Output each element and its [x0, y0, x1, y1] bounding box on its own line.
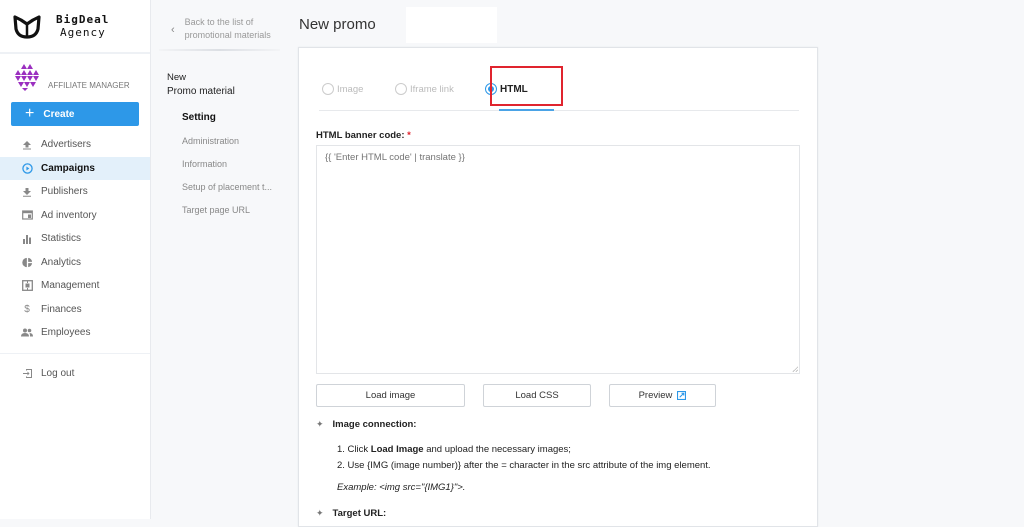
image-connection-steps: 1. Click Load Image and upload the neces…	[337, 442, 711, 474]
preview-label: Preview	[638, 390, 673, 401]
sidebar-item-publishers[interactable]: Publishers	[0, 180, 150, 204]
logo-icon	[13, 15, 41, 39]
sidebar-item-label: Management	[41, 280, 100, 292]
page-title: New promo	[299, 16, 376, 33]
sidebar-item-management[interactable]: Management	[0, 274, 150, 298]
people-icon	[21, 327, 33, 339]
title-placeholder-box	[406, 7, 497, 43]
radio-icon	[395, 83, 407, 95]
banner-code-label: HTML banner code: *	[316, 130, 411, 141]
promo-subnav: ‹ Back to the list of promotional materi…	[151, 0, 286, 519]
download-icon	[21, 186, 33, 198]
tab-label: Iframe link	[410, 83, 454, 95]
promo-form-card: Image Iframe link HTML HTML banner code:…	[298, 47, 818, 527]
back-link-text: promotional materials	[184, 30, 271, 40]
main-nav: Advertisers Campaigns Publishers Ad inve…	[0, 133, 150, 385]
subnav-item-administration[interactable]: Administration	[151, 129, 286, 152]
subnav-item-information[interactable]: Information	[151, 152, 286, 175]
external-link-icon	[677, 391, 687, 400]
resize-handle[interactable]	[792, 366, 798, 372]
logout-button[interactable]: Log out	[0, 362, 150, 386]
role-block: AFFILIATE MANAGER	[0, 54, 150, 98]
type-tabs: Image Iframe link HTML	[319, 66, 799, 111]
dollar-icon: $	[24, 303, 30, 315]
sidebar-item-ad-inventory[interactable]: Ad inventory	[0, 204, 150, 228]
sidebar-item-statistics[interactable]: Statistics	[0, 227, 150, 251]
subnav-heading-line2: Promo material	[167, 86, 235, 97]
step-1: 1. Click Load Image and upload the neces…	[337, 444, 571, 455]
subnav-item-setting[interactable]: Setting	[151, 106, 286, 129]
sidebar-item-employees[interactable]: Employees	[0, 321, 150, 345]
sidebar-item-analytics[interactable]: Analytics	[0, 251, 150, 275]
inventory-icon	[21, 209, 33, 221]
load-css-button[interactable]: Load CSS	[483, 384, 591, 407]
sidebar-item-label: Ad inventory	[41, 209, 97, 221]
sidebar-item-label: Analytics	[41, 256, 82, 268]
chevron-left-icon: ‹	[171, 24, 175, 36]
brand-name: BigDeal	[56, 13, 110, 26]
highlight-box	[490, 66, 563, 106]
tab-label: Image	[337, 83, 364, 95]
create-button[interactable]: + Create	[11, 102, 139, 126]
load-image-button[interactable]: Load image	[316, 384, 465, 407]
plus-icon: +	[25, 105, 35, 122]
example-text: Example: <img src="{IMG1}">.	[337, 482, 466, 493]
html-code-input[interactable]	[316, 145, 800, 374]
upload-icon	[21, 139, 33, 151]
radio-icon	[322, 83, 334, 95]
step-2: 2. Use {IMG (image number)} after the = …	[337, 460, 711, 471]
target-url-title: Target URL:	[332, 508, 387, 519]
sidebar-item-label: Finances	[41, 303, 82, 315]
tab-image[interactable]: Image	[322, 68, 363, 110]
image-connection-title: Image connection:	[332, 419, 417, 430]
pie-chart-icon	[21, 256, 33, 268]
bar-chart-icon	[21, 233, 33, 245]
sidebar-item-label: Campaigns	[41, 162, 95, 174]
expand-icon: ✦	[316, 508, 324, 518]
logout-icon	[21, 367, 33, 379]
sidebar: BigDeal Agency AFFILIATE MANAGER + Creat…	[0, 0, 151, 519]
sidebar-item-campaigns[interactable]: Campaigns	[0, 156, 150, 180]
sidebar-item-label: Publishers	[41, 186, 88, 198]
brand-subname: Agency	[60, 26, 106, 39]
role-avatar-icon	[15, 64, 39, 91]
active-tab-indicator	[499, 109, 554, 111]
back-link-text: Back to the list of	[184, 17, 254, 27]
sidebar-item-label: Advertisers	[41, 139, 92, 151]
management-icon	[21, 280, 33, 292]
tab-iframe-link[interactable]: Iframe link	[395, 68, 454, 110]
sidebar-item-label: Employees	[41, 327, 91, 339]
banner-code-label-text: HTML banner code:	[316, 130, 405, 141]
sidebar-item-finances[interactable]: $ Finances	[0, 298, 150, 322]
subnav-heading: New Promo material	[151, 51, 286, 99]
play-circle-icon	[21, 162, 33, 174]
sidebar-item-advertisers[interactable]: Advertisers	[0, 133, 150, 157]
role-label: AFFILIATE MANAGER	[48, 81, 130, 90]
nav-divider	[0, 352, 150, 354]
subnav-item-target-url[interactable]: Target page URL	[151, 198, 286, 221]
required-mark: *	[407, 130, 411, 141]
sidebar-item-label: Statistics	[41, 233, 82, 245]
subnav-item-placement-setup[interactable]: Setup of placement t...	[151, 175, 286, 198]
image-connection-toggle[interactable]: ✦ Image connection:	[316, 419, 416, 430]
logout-label: Log out	[41, 367, 75, 379]
brand-logo[interactable]: BigDeal Agency	[0, 0, 150, 54]
create-label: Create	[43, 108, 75, 120]
target-url-toggle[interactable]: ✦ Target URL:	[316, 508, 386, 519]
subnav-heading-line1: New	[167, 72, 187, 83]
back-link[interactable]: ‹ Back to the list of promotional materi…	[151, 0, 286, 46]
preview-button[interactable]: Preview	[609, 384, 716, 407]
expand-icon: ✦	[316, 419, 324, 429]
